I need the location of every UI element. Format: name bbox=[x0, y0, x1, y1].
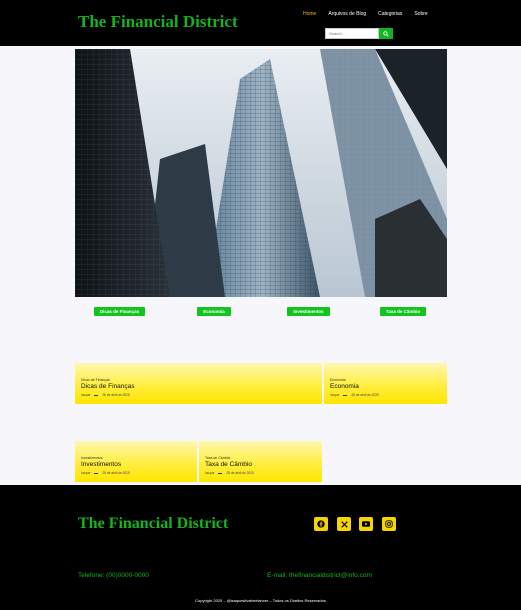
category-button-investments[interactable]: Investimentos bbox=[287, 307, 330, 316]
card-category: Investimentos bbox=[81, 456, 103, 460]
card-author: lucque bbox=[81, 393, 91, 397]
category-button-finance-tips[interactable]: Dicas de Finanças bbox=[94, 307, 145, 316]
copyright-text: Copyright 2025 – @isaquesilvafreelancer … bbox=[195, 598, 326, 603]
youtube-link[interactable] bbox=[359, 517, 373, 531]
search-input[interactable] bbox=[325, 28, 379, 39]
card-meta: lucque 28 de abril de 2025 bbox=[205, 471, 254, 475]
search-button[interactable] bbox=[379, 28, 393, 39]
card-meta: lucque 28 de abril de 2025 bbox=[81, 471, 130, 475]
hero-image bbox=[75, 49, 447, 297]
card-author: lucque bbox=[330, 393, 340, 397]
card-title[interactable]: Taxa de Câmbio bbox=[205, 461, 252, 468]
card-author: lucque bbox=[205, 471, 215, 475]
instagram-link[interactable] bbox=[382, 517, 396, 531]
meta-separator bbox=[94, 472, 99, 474]
card-category: Economia bbox=[330, 378, 346, 382]
nav-blog-archives[interactable]: Arquivos de Blog bbox=[328, 11, 366, 17]
meta-separator bbox=[94, 394, 99, 396]
footer-phone[interactable]: Telefone: (00)0000-0000 bbox=[78, 572, 149, 579]
footer-brand[interactable]: The Financial District bbox=[78, 515, 228, 533]
post-card-economy[interactable]: Economia Economia lucque 28 de abril de … bbox=[324, 363, 447, 404]
main-nav: Home Arquivos de Blog Categorias Sobre bbox=[303, 11, 440, 17]
site-footer: The Financial District Telefone: (00)000… bbox=[0, 485, 521, 610]
card-title[interactable]: Economia bbox=[330, 383, 359, 390]
instagram-icon bbox=[385, 520, 393, 528]
card-date: 28 de abril de 2025 bbox=[226, 471, 254, 475]
card-meta: lucque 28 de abril de 2025 bbox=[330, 393, 379, 397]
nav-about[interactable]: Sobre bbox=[414, 11, 427, 17]
card-date: 28 de abril de 2025 bbox=[351, 393, 379, 397]
meta-separator bbox=[343, 394, 348, 396]
search-icon bbox=[383, 30, 389, 37]
site-brand[interactable]: The Financial District bbox=[78, 12, 238, 32]
footer-email[interactable]: E-mail: thefinancialdistrict@info.com bbox=[267, 572, 372, 579]
facebook-icon bbox=[317, 520, 325, 528]
card-author: lucque bbox=[81, 471, 91, 475]
x-icon bbox=[340, 520, 348, 528]
meta-separator bbox=[218, 472, 223, 474]
card-title[interactable]: Dicas de Finanças bbox=[81, 383, 134, 390]
card-category: Taxa de Câmbio bbox=[205, 456, 231, 460]
card-category: Dicas de Finanças bbox=[81, 378, 110, 382]
category-button-economy[interactable]: Economia bbox=[197, 307, 231, 316]
youtube-icon bbox=[362, 521, 370, 527]
post-card-finance-tips[interactable]: Dicas de Finanças Dicas de Finanças lucq… bbox=[75, 363, 322, 404]
post-card-exchange-rate[interactable]: Taxa de Câmbio Taxa de Câmbio lucque 28 … bbox=[199, 441, 322, 482]
site-header: The Financial District Home Arquivos de … bbox=[0, 0, 521, 46]
x-link[interactable] bbox=[337, 517, 351, 531]
nav-categories[interactable]: Categorias bbox=[378, 11, 402, 17]
card-date: 28 de abril de 2025 bbox=[102, 393, 130, 397]
card-meta: lucque 28 de abril de 2025 bbox=[81, 393, 130, 397]
facebook-link[interactable] bbox=[314, 517, 328, 531]
search-form bbox=[325, 28, 393, 39]
post-card-investments[interactable]: Investimentos Investimentos lucque 28 de… bbox=[75, 441, 197, 482]
card-date: 28 de abril de 2025 bbox=[102, 471, 130, 475]
nav-home[interactable]: Home bbox=[303, 11, 316, 17]
card-title[interactable]: Investimentos bbox=[81, 461, 121, 468]
category-button-exchange-rate[interactable]: Taxa de Câmbio bbox=[380, 307, 426, 316]
